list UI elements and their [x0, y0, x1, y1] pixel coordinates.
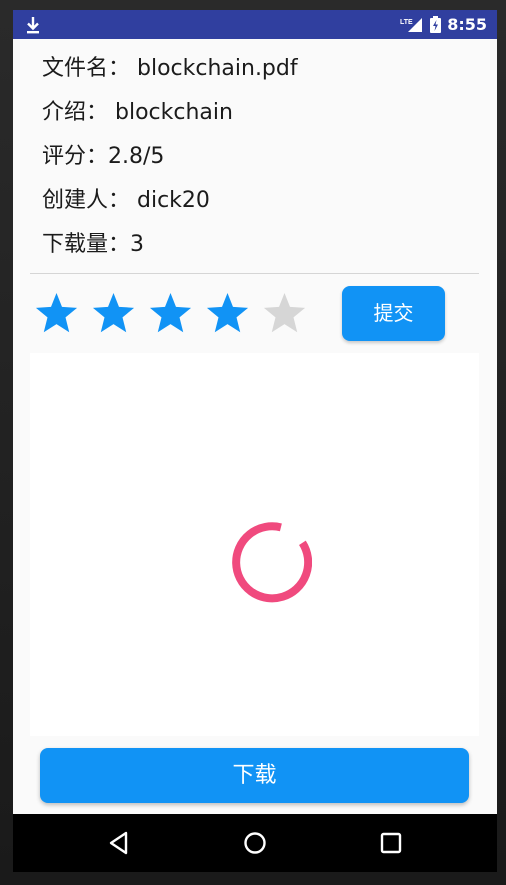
rating-bar[interactable]: [33, 290, 308, 340]
download-button[interactable]: 下载: [40, 748, 469, 803]
home-icon[interactable]: [241, 829, 269, 857]
file-name-row: 文件名： blockchain.pdf: [42, 56, 298, 81]
back-icon[interactable]: [105, 829, 133, 857]
document-preview[interactable]: [30, 353, 479, 736]
download-count-row: 下载量：3: [42, 232, 144, 257]
navigation-bar: [13, 814, 497, 872]
star-icon[interactable]: [204, 290, 251, 337]
app-screen: LTE 8:55 文件名： blockchain.pdf 介绍： blockch…: [13, 10, 497, 872]
loading-spinner-icon: [232, 522, 312, 603]
divider: [30, 273, 479, 274]
file-info-section: 文件名： blockchain.pdf 介绍： blockchain 评分：2.…: [42, 47, 482, 267]
spinner-arc: [232, 522, 312, 603]
status-bar: LTE 8:55: [13, 10, 497, 39]
star-icon[interactable]: [147, 290, 194, 337]
signal-icon: LTE: [400, 17, 423, 32]
clock: 8:55: [447, 15, 487, 34]
description-row: 介绍： blockchain: [42, 100, 233, 125]
submit-rating-button[interactable]: 提交: [342, 286, 445, 341]
score-row: 评分：2.8/5: [42, 144, 165, 169]
recents-icon[interactable]: [377, 829, 405, 857]
star-icon[interactable]: [261, 290, 308, 337]
device-frame: LTE 8:55 文件名： blockchain.pdf 介绍： blockch…: [0, 0, 506, 885]
download-icon: [27, 17, 39, 34]
creator-row: 创建人： dick20: [42, 188, 210, 213]
battery-icon: [430, 16, 442, 33]
network-type-label: LTE: [400, 19, 413, 26]
star-icon[interactable]: [33, 290, 80, 337]
star-icon[interactable]: [90, 290, 137, 337]
status-right-group: LTE 8:55: [400, 10, 487, 39]
